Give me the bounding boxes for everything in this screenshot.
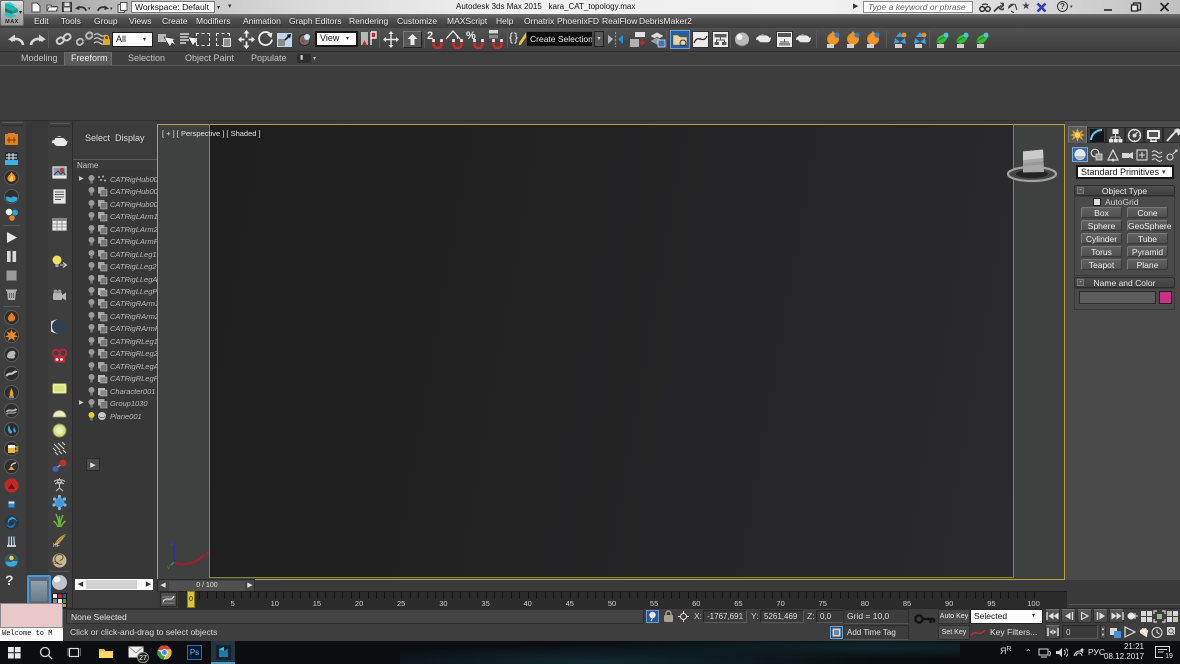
svg-text:Ox: Ox (53, 560, 60, 565)
svg-text:HF: HF (53, 543, 60, 549)
svg-text:?: ? (5, 572, 14, 587)
svg-text:z: z (171, 541, 174, 547)
svg-text:y: y (167, 565, 170, 569)
svg-text:x: x (206, 551, 209, 557)
